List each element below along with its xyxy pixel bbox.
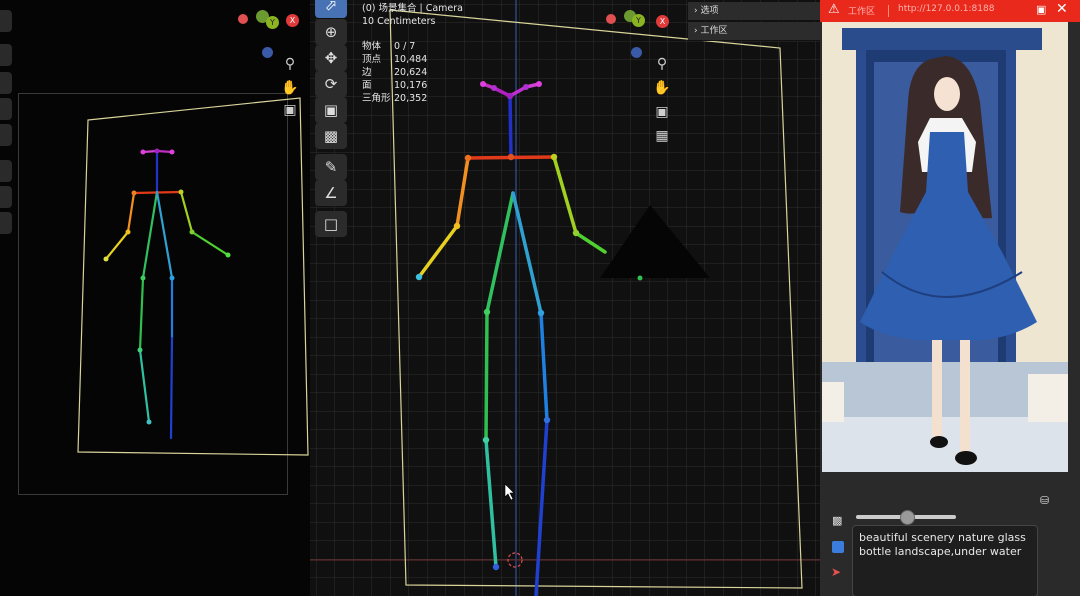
cursor-icon[interactable]: ⊕ bbox=[315, 19, 347, 45]
image-preview-panel: ⚠ 工作区 http://127.0.0.1:8188 ▣ ✕ ⛁ ▩ ➤ be… bbox=[820, 0, 1080, 596]
stat-row: 顶点 10,484 bbox=[362, 53, 522, 66]
viewport-header: (0) 场景集合 | Camera bbox=[362, 3, 463, 14]
gizmo-y-positive[interactable]: Y bbox=[266, 16, 279, 29]
server-url[interactable]: http://127.0.0.1:8188 bbox=[898, 4, 994, 14]
stat-value: 20,624 bbox=[394, 67, 428, 78]
stat-value: 10,484 bbox=[394, 54, 428, 65]
options-label: 选项 bbox=[700, 6, 719, 16]
navigation-gizmo[interactable]: Y X bbox=[606, 8, 672, 58]
stat-label: 三角形 bbox=[362, 93, 391, 104]
stat-row: 三角形 20,352 bbox=[362, 92, 522, 105]
stat-value: 10,176 bbox=[394, 80, 428, 91]
prompt-textarea[interactable]: beautiful scenery nature glass bottle la… bbox=[852, 525, 1038, 596]
stat-value: 20,352 bbox=[394, 93, 428, 104]
gizmo-x-positive[interactable]: X bbox=[286, 14, 299, 27]
sidebar-collapse-panel: › 选项 › 工作区 bbox=[688, 0, 820, 42]
stat-label: 面 bbox=[362, 80, 372, 91]
rocket-icon[interactable]: ➤ bbox=[831, 565, 841, 579]
zoom-icon[interactable]: ⚲ bbox=[281, 56, 299, 72]
pose-joints-left bbox=[103, 148, 231, 425]
cube-icon[interactable]: ▩ bbox=[832, 514, 842, 527]
stat-label: 物体 bbox=[362, 41, 382, 52]
stat-row: 物体 0 / 7 bbox=[362, 40, 522, 53]
rotate-icon[interactable]: ⟳ bbox=[315, 71, 347, 97]
title-divider bbox=[888, 5, 889, 17]
gizmo-y-positive[interactable]: Y bbox=[632, 14, 645, 27]
stat-row: 面 10,176 bbox=[362, 79, 522, 92]
workspace-panel-toggle[interactable]: › 工作区 bbox=[688, 22, 820, 41]
gizmo-x-label: X bbox=[659, 17, 666, 26]
stat-value: 0 / 7 bbox=[394, 41, 416, 52]
left-scene-svg bbox=[77, 97, 309, 456]
navigation-gizmo[interactable]: Y X bbox=[238, 8, 304, 58]
stat-row: 边 20,624 bbox=[362, 66, 522, 79]
prompt-text: beautiful scenery nature glass bottle la… bbox=[859, 531, 1026, 558]
cone-point bbox=[637, 275, 643, 281]
move-icon[interactable]: ✥ bbox=[315, 45, 347, 71]
hand-icon[interactable]: ✋ bbox=[653, 80, 671, 96]
gizmo-x-label: X bbox=[289, 16, 296, 25]
tool-shelf: ⬀ ⊕ ✥ ⟳ ▣ ▩ ✎ ∠ □ bbox=[315, 0, 349, 240]
stat-label: 顶点 bbox=[362, 54, 382, 65]
scale-icon[interactable]: ▣ bbox=[315, 97, 347, 123]
panel-title: 工作区 bbox=[848, 7, 876, 17]
grid-icon[interactable]: ▦ bbox=[653, 128, 671, 144]
transform-icon[interactable]: ▩ bbox=[315, 123, 347, 149]
panel-titlebar: ⚠ 工作区 http://127.0.0.1:8188 ▣ ✕ bbox=[820, 0, 1080, 22]
select-box-icon[interactable]: ⬀ bbox=[315, 0, 347, 18]
warning-icon: ⚠ bbox=[828, 2, 840, 17]
generated-image[interactable] bbox=[822, 22, 1068, 472]
close-icon[interactable]: ✕ bbox=[1056, 1, 1068, 17]
gizmo-z-negative[interactable] bbox=[262, 47, 273, 58]
slider-knob[interactable] bbox=[900, 510, 915, 525]
main-3d-viewport[interactable]: ⬀ ⊕ ✥ ⟳ ▣ ▩ ✎ ∠ □ (0) 场景集合 | Camera 10 C… bbox=[310, 0, 820, 596]
maximize-icon[interactable]: ▣ bbox=[1036, 3, 1046, 16]
workspace-label: 工作区 bbox=[700, 26, 728, 36]
prompt-mode-icon[interactable] bbox=[832, 541, 844, 553]
pose-skeleton-left bbox=[104, 149, 230, 440]
save-icon[interactable]: ⛁ bbox=[1040, 494, 1049, 507]
gizmo-x-negative[interactable] bbox=[606, 14, 616, 24]
options-panel-toggle[interactable]: › 选项 bbox=[688, 2, 820, 21]
stat-label: 边 bbox=[362, 67, 372, 78]
left-3d-viewport[interactable]: Y X ⚲ ✋ ▣ bbox=[0, 0, 310, 596]
hand-icon[interactable]: ✋ bbox=[281, 80, 299, 96]
camera-icon[interactable]: ▣ bbox=[281, 102, 299, 118]
measure-icon[interactable]: ∠ bbox=[315, 180, 347, 206]
camera-frame bbox=[77, 97, 309, 456]
gizmo-y-label: Y bbox=[270, 18, 275, 27]
gizmo-y-label: Y bbox=[636, 16, 641, 25]
viewport-stats-overlay: (0) 场景集合 | Camera 10 Centimeters 物体 0 / 7… bbox=[362, 2, 522, 105]
add-cube-icon[interactable]: □ bbox=[315, 211, 347, 237]
grid-scale: 10 Centimeters bbox=[362, 16, 436, 27]
gizmo-z-negative[interactable] bbox=[631, 47, 642, 58]
annotate-icon[interactable]: ✎ bbox=[315, 154, 347, 180]
camera-icon[interactable]: ▣ bbox=[653, 104, 671, 120]
zoom-icon[interactable]: ⚲ bbox=[653, 56, 671, 72]
gizmo-x-negative[interactable] bbox=[238, 14, 248, 24]
gizmo-x-positive[interactable]: X bbox=[656, 15, 669, 28]
